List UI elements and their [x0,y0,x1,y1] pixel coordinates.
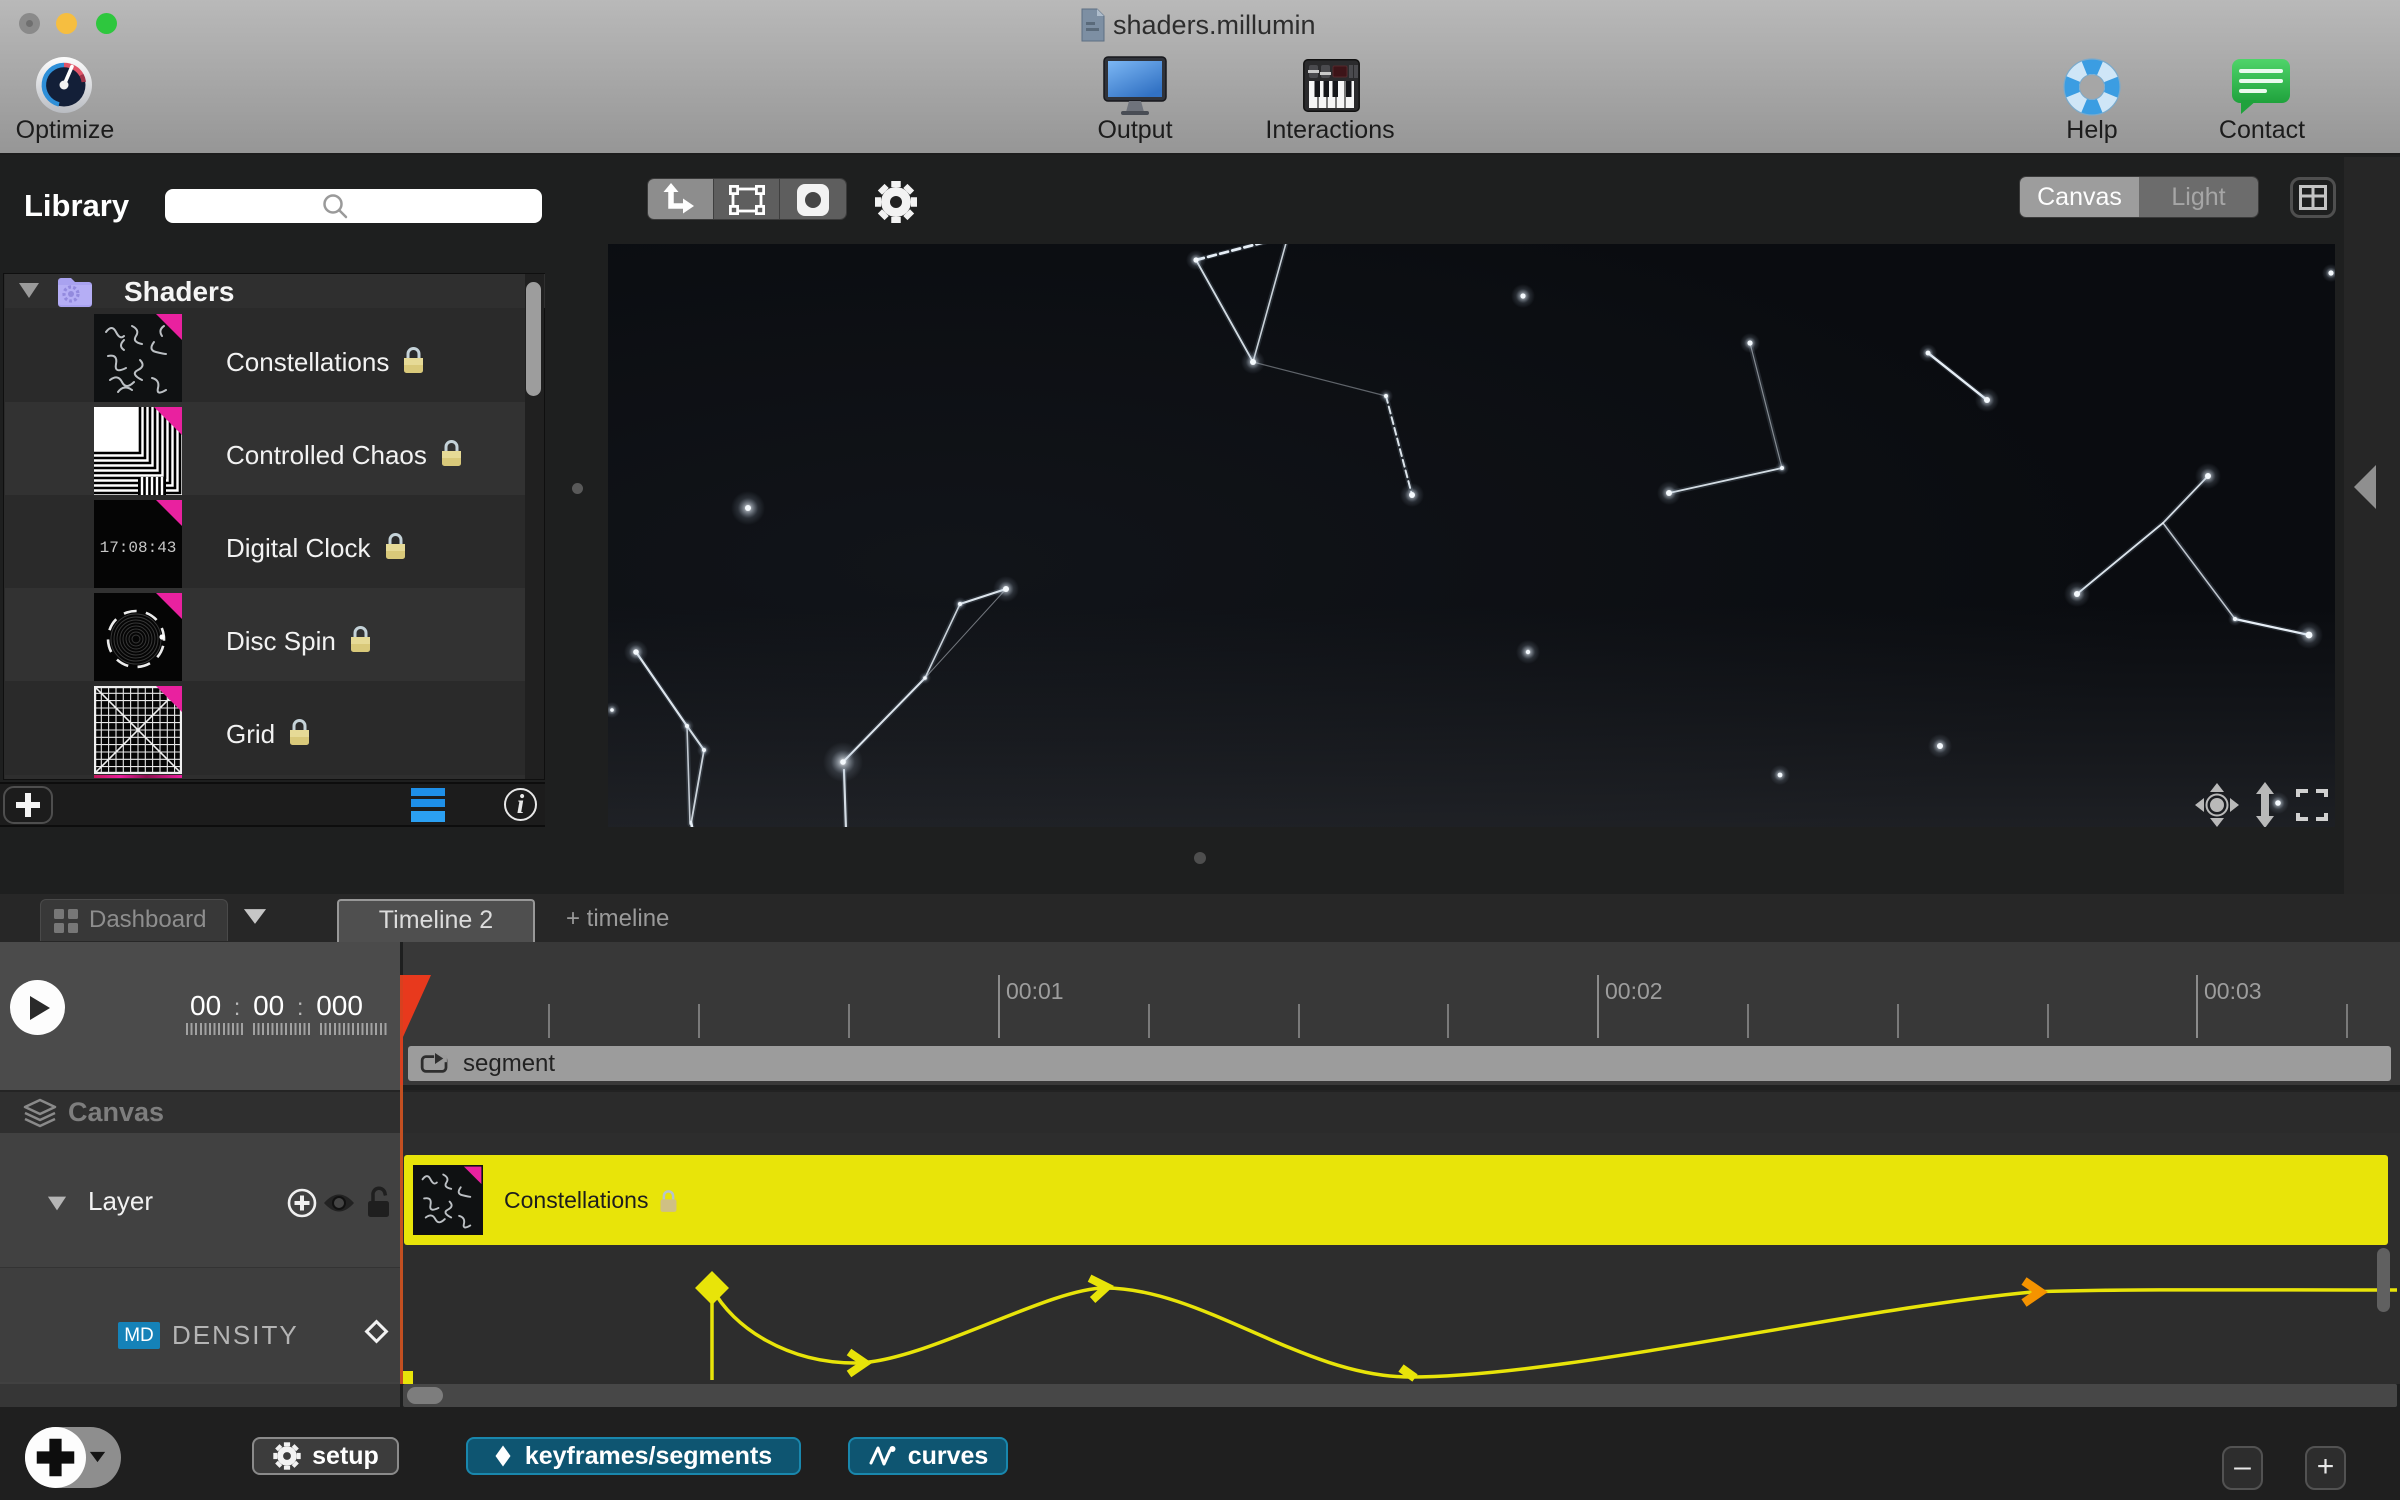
svg-text:17:08:43: 17:08:43 [100,539,177,557]
